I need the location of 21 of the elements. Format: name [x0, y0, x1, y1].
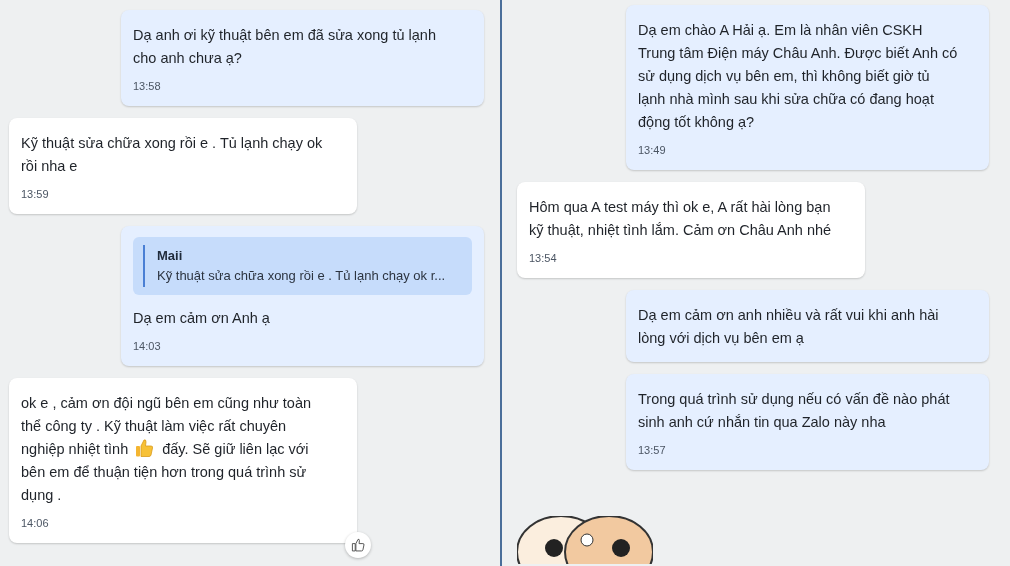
quote-author: Maii: [157, 247, 184, 265]
message-text: Dạ em cảm ơn anh nhiều và rất vui khi anh hài lòng với dịch vụ bên em ạ: [638, 306, 940, 348]
message-time: 13:59: [21, 188, 49, 200]
thumbs-up-icon: [351, 538, 365, 552]
message-text: Dạ anh ơi kỹ thuật bên em đã sửa xong tủ lạnh cho anh chưa ạ?: [133, 26, 437, 68]
message-time: 13:54: [529, 252, 557, 264]
message-time: 13:49: [638, 144, 666, 156]
message-time: 13:57: [638, 444, 666, 456]
message-time: 14:03: [133, 340, 161, 352]
message-text: Kỹ thuật sửa chữa xong rồi e . Tủ lạnh chạy ok rồi nha e: [21, 134, 324, 176]
message-text: Dạ em cảm ơn Anh ạ: [133, 309, 271, 328]
message-time: 14:06: [21, 517, 49, 529]
message-text: ok e , cảm ơn đội ngũ bên em cũng như toàn thể công ty . Kỹ thuật làm việc rất chuyên nghiệp nhiệt tình đấy. Sẽ giữ liên lạc với bên em để thuận tiện hơn trong quá trình sử dụng .: [21, 394, 313, 505]
quote-text: Kỹ thuật sửa chữa xong rồi e . Tủ lạnh chạy ok r...: [157, 267, 447, 285]
message-text: Dạ em chào A Hải ạ. Em là nhân viên CSKH Trung tâm Điện máy Châu Anh. Được biết Anh có sử dụng dịch vụ bên em, thì không biết giờ tủ lạnh nhà mình sau khi sửa chữa có đang hoạt động tốt không ạ?: [638, 21, 959, 132]
quoted-message[interactable]: Maii Kỹ thuật sửa chữa xong rồi e . Tủ lạnh chạy ok r...: [133, 237, 472, 295]
message-text: Hôm qua A test máy thì ok e, A rất hài lòng bạn kỹ thuật, nhiệt tình lắm. Cảm ơn Châu Anh nhé: [529, 198, 833, 240]
thumbs-up-icon: [134, 438, 155, 458]
message-text: Trong quá trình sử dụng nếu có vấn đề nào phát sinh anh cứ nhắn tin qua Zalo này nha: [638, 390, 951, 432]
like-button[interactable]: [345, 532, 371, 558]
message-time: 13:58: [133, 80, 161, 92]
